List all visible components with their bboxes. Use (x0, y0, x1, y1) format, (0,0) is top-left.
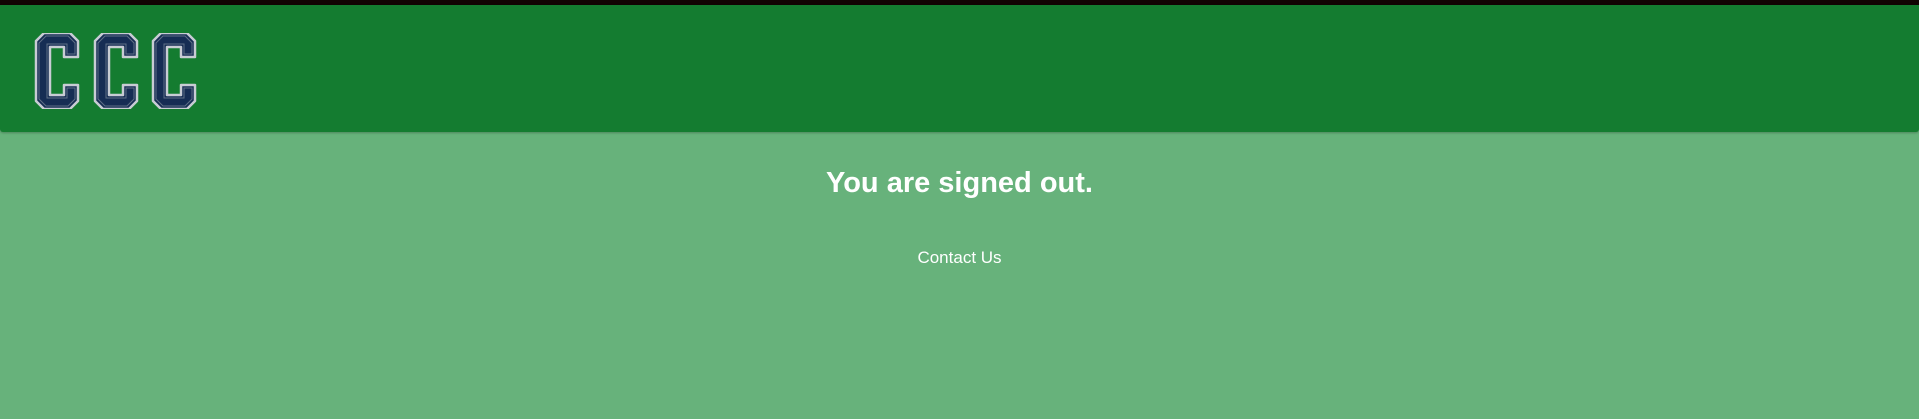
contact-us-link[interactable]: Contact Us (917, 248, 1001, 267)
logo-letter-c (34, 33, 80, 109)
main-content: You are signed out. Contact Us (0, 133, 1919, 419)
page-title: You are signed out. (826, 167, 1093, 199)
contact-container: Contact Us (0, 247, 1919, 269)
logo-letter-c (151, 33, 197, 109)
logo-letter-c (93, 33, 139, 109)
site-header (0, 5, 1919, 132)
ccc-logo[interactable] (32, 33, 198, 109)
